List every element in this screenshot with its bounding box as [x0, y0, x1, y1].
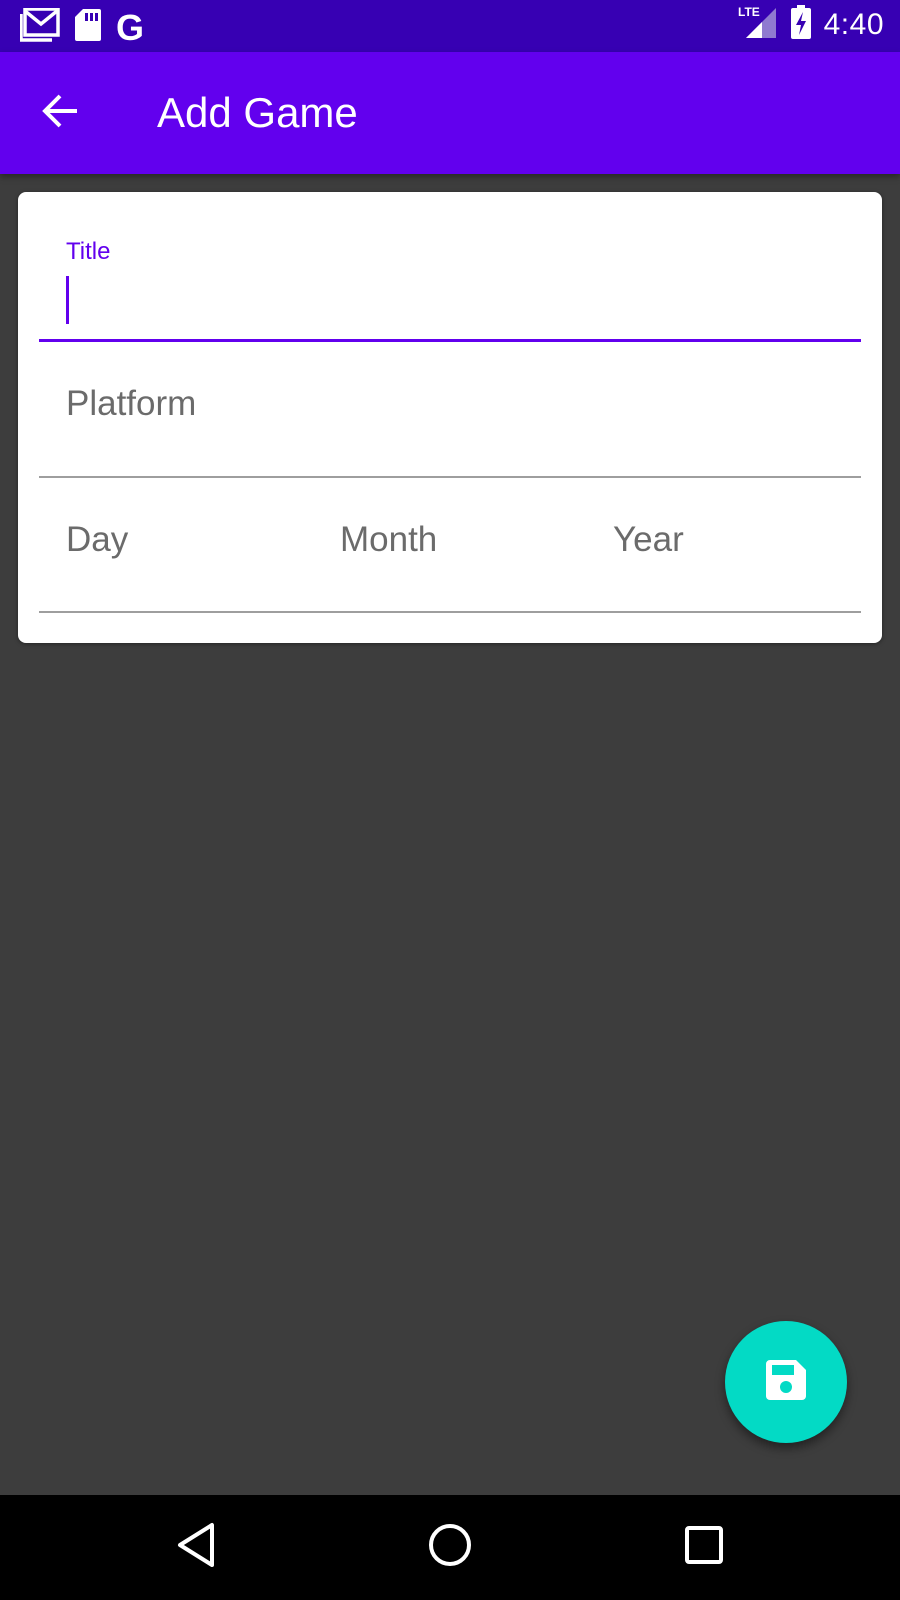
network-type-label: LTE — [738, 5, 760, 19]
save-button[interactable] — [725, 1321, 847, 1443]
save-icon — [765, 1359, 807, 1406]
title-field-underline — [39, 339, 861, 342]
platform-field[interactable]: Platform — [39, 346, 861, 478]
status-bar: G LTE 4:40 — [0, 0, 900, 52]
nav-recents-button[interactable] — [674, 1517, 734, 1577]
status-time: 4:40 — [823, 7, 884, 41]
nav-recents-icon — [684, 1525, 724, 1570]
nav-back-icon — [174, 1521, 218, 1574]
month-field[interactable]: Month — [340, 520, 437, 560]
release-date-field: Day Month Year — [39, 482, 861, 613]
platform-field-underline — [39, 476, 861, 478]
arrow-back-icon — [40, 91, 80, 136]
nav-back-button[interactable] — [166, 1517, 226, 1577]
year-field[interactable]: Year — [613, 520, 684, 560]
text-cursor — [66, 276, 69, 324]
google-icon: G — [116, 6, 145, 48]
date-field-underline — [39, 611, 861, 613]
lte-signal-icon: LTE — [738, 4, 778, 45]
battery-charging-icon — [790, 4, 812, 45]
status-icons-left: G — [19, 6, 145, 48]
title-field[interactable]: Title — [39, 212, 861, 342]
app-bar: Add Game — [0, 52, 900, 174]
status-icons-right: LTE 4:40 — [738, 4, 884, 45]
platform-field-placeholder: Platform — [66, 384, 197, 423]
gmail-icon — [19, 7, 60, 47]
system-navigation-bar — [0, 1495, 900, 1600]
page-title: Add Game — [157, 89, 358, 136]
title-field-label: Title — [66, 238, 111, 265]
nav-home-icon — [427, 1522, 473, 1573]
add-game-form-card: Title Platform Day Month Year — [18, 192, 882, 643]
back-button[interactable] — [28, 81, 92, 145]
sd-card-icon — [74, 8, 102, 47]
nav-home-button[interactable] — [420, 1517, 480, 1577]
day-field[interactable]: Day — [66, 520, 128, 560]
